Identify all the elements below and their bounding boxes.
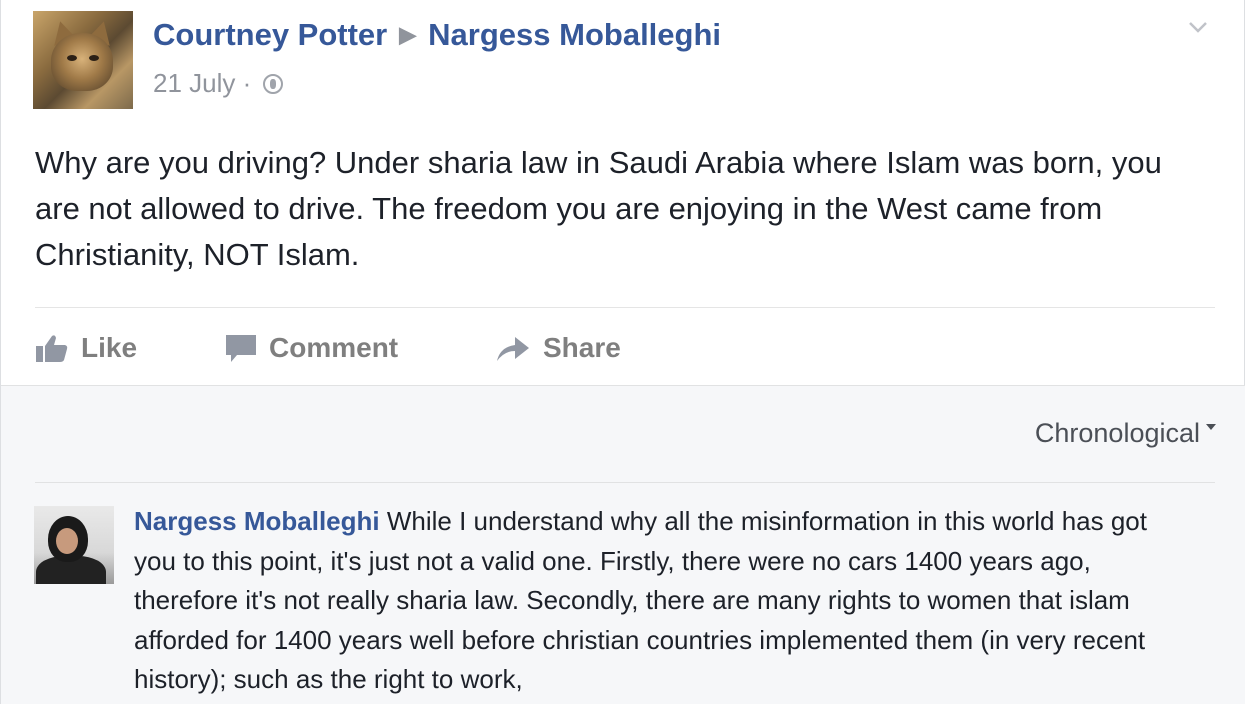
globe-icon[interactable] bbox=[262, 74, 283, 94]
divider bbox=[35, 307, 1215, 308]
comment-button[interactable]: Comment bbox=[225, 332, 495, 364]
author-avatar[interactable] bbox=[33, 11, 133, 109]
comments-section: Chronological Nargess Moballeghi While I… bbox=[1, 385, 1245, 704]
post-actions-bar: Like Comment Share bbox=[35, 326, 621, 370]
post-card: Courtney Potter ▶ Nargess Moballeghi 21 Ju… bbox=[0, 0, 1245, 704]
chevron-down-icon[interactable] bbox=[1187, 16, 1209, 38]
avatar-face bbox=[56, 528, 78, 554]
commenter-avatar[interactable] bbox=[34, 506, 114, 584]
comment-label: Comment bbox=[269, 332, 399, 363]
post-body-text: Why are you driving? Under sharia law in… bbox=[35, 145, 1162, 272]
share-arrow-icon bbox=[497, 337, 529, 361]
avatar-cat-face bbox=[51, 33, 113, 91]
share-button[interactable]: Share bbox=[495, 332, 621, 364]
comment-author-link[interactable]: Nargess Moballeghi bbox=[134, 506, 380, 536]
recipient-name-link[interactable]: Nargess Moballeghi bbox=[428, 17, 721, 52]
meta-separator: · bbox=[242, 68, 252, 98]
post-meta: 21 July · bbox=[153, 68, 283, 99]
like-label: Like bbox=[81, 332, 138, 363]
share-label: Share bbox=[543, 332, 621, 363]
like-button[interactable]: Like bbox=[35, 332, 225, 364]
caret-down-icon bbox=[1206, 424, 1216, 430]
avatar-cat-eye bbox=[67, 55, 77, 61]
thumbs-up-icon bbox=[36, 335, 68, 362]
post-header: Courtney Potter ▶ Nargess Moballeghi bbox=[153, 17, 721, 53]
arrow-right-icon: ▶ bbox=[399, 22, 417, 47]
comment-sort-dropdown[interactable]: Chronological bbox=[1035, 418, 1216, 449]
post-date-link[interactable]: 21 July bbox=[153, 68, 235, 98]
comment-item: Nargess Moballeghi While I understand wh… bbox=[134, 502, 1194, 700]
divider bbox=[35, 482, 1215, 483]
author-name-link[interactable]: Courtney Potter bbox=[153, 17, 387, 52]
speech-bubble-icon bbox=[226, 335, 256, 362]
comment-sort-label: Chronological bbox=[1034, 418, 1200, 448]
avatar-cat-eye bbox=[89, 55, 99, 61]
